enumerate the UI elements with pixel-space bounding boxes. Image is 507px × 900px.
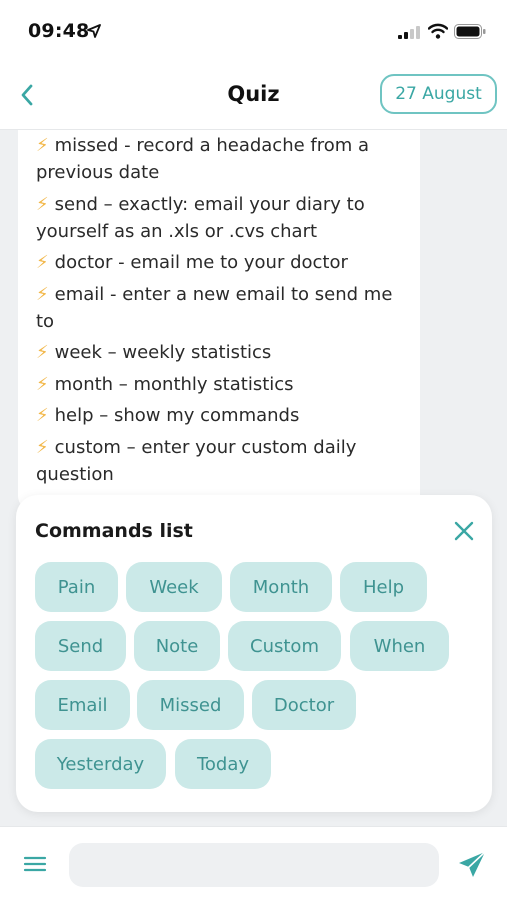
lightning-icon: ⚡: [36, 436, 49, 458]
command-chip-missed[interactable]: Missed: [137, 680, 244, 730]
status-time: 09:48: [28, 20, 90, 42]
command-line-custom: ⚡ custom – enter your custom daily questi…: [36, 434, 406, 488]
close-icon[interactable]: [452, 519, 476, 543]
header: Quiz 27 August: [0, 62, 507, 130]
command-text: missed - record a headache from a previo…: [36, 135, 370, 183]
command-text: week – weekly statistics: [54, 342, 272, 363]
command-chip-note[interactable]: Note: [134, 621, 220, 671]
command-line-missed: ⚡ missed - record a headache from a previ…: [36, 132, 406, 186]
command-line-month: ⚡ month – monthly statistics: [36, 371, 406, 398]
command-text: month – monthly statistics: [54, 373, 294, 395]
command-chip-custom[interactable]: Custom: [228, 621, 341, 671]
command-chip-month[interactable]: Month: [230, 562, 332, 612]
lightning-icon: ⚡: [36, 283, 49, 305]
lightning-icon: ⚡: [36, 342, 49, 363]
battery-icon: [454, 24, 486, 39]
lightning-icon: ⚡: [36, 135, 49, 156]
command-line-email: ⚡ email - enter a new email to send me to: [36, 281, 406, 335]
chevron-left-icon: [21, 84, 33, 106]
command-line-send: ⚡ send – exactly: email your diary to you…: [36, 191, 406, 245]
command-chip-help[interactable]: Help: [340, 562, 427, 612]
command-text: help – show my commands: [54, 405, 300, 426]
status-bar: 09:48: [0, 0, 507, 62]
lightning-icon: ⚡: [36, 405, 49, 426]
command-chip-yesterday[interactable]: Yesterday: [35, 739, 166, 789]
command-text: doctor - email me to your doctor: [54, 252, 348, 273]
date-button[interactable]: 27 August: [380, 74, 497, 114]
back-button[interactable]: [14, 80, 40, 110]
location-arrow-icon: [87, 24, 101, 38]
command-line-doctor: ⚡ doctor - email me to your doctor: [36, 249, 406, 276]
command-chip-email[interactable]: Email: [35, 680, 130, 730]
cellular-signal-icon: [398, 26, 420, 39]
message-input[interactable]: [69, 843, 439, 887]
command-line-help: ⚡ help – show my commands: [36, 402, 406, 429]
command-line-week: ⚡ week – weekly statistics: [36, 339, 406, 366]
command-chip-pain[interactable]: Pain: [35, 562, 118, 612]
lightning-icon: ⚡: [36, 252, 49, 273]
wifi-icon: [428, 23, 448, 39]
command-chip-doctor[interactable]: Doctor: [252, 680, 356, 730]
lightning-icon: ⚡: [36, 193, 49, 215]
input-bar: [0, 826, 507, 900]
command-chip-today[interactable]: Today: [175, 739, 271, 789]
bot-message-bubble: ⚡ missed - record a headache from a previ…: [18, 130, 420, 510]
command-text: custom – enter your custom daily questio…: [36, 436, 357, 485]
commands-sheet: Commands list Pain Week Month Help Send …: [16, 495, 492, 812]
command-chip-week[interactable]: Week: [126, 562, 222, 612]
command-text: email - enter a new email to send me to: [36, 283, 393, 332]
command-chip-when[interactable]: When: [350, 621, 449, 671]
commands-sheet-title: Commands list: [35, 520, 193, 542]
command-chip-send[interactable]: Send: [35, 621, 126, 671]
command-text: send – exactly: email your diary to your…: [36, 193, 365, 242]
lightning-icon: ⚡: [36, 373, 49, 395]
send-icon[interactable]: [456, 849, 488, 881]
menu-icon[interactable]: [23, 854, 47, 874]
